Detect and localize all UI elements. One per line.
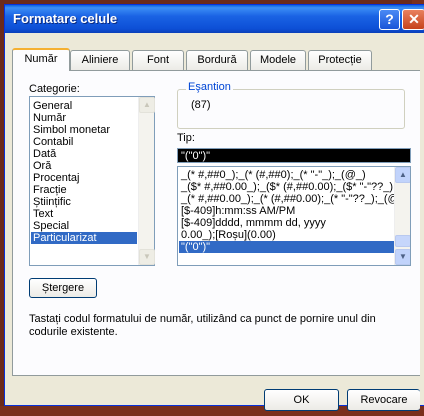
category-item[interactable]: Special: [33, 220, 69, 232]
category-item-selected[interactable]: Particularizat: [31, 232, 137, 244]
category-item[interactable]: Procentaj: [33, 172, 79, 184]
close-button[interactable]: ✕: [402, 9, 424, 30]
format-code-item[interactable]: [$-409]h:mm:ss AM/PM: [181, 205, 295, 217]
cancel-button[interactable]: Revocare: [347, 389, 420, 411]
category-item[interactable]: Număr: [33, 112, 66, 124]
close-icon: ✕: [408, 11, 420, 27]
tab-number[interactable]: Număr: [12, 48, 70, 71]
type-label: Tip:: [177, 132, 195, 144]
scroll-thumb[interactable]: [395, 235, 410, 247]
sample-value: (87): [191, 99, 211, 111]
ok-button[interactable]: OK: [264, 389, 339, 411]
sample-label: Eşantion: [186, 81, 233, 93]
tab-font[interactable]: Font: [132, 50, 184, 70]
scroll-up-icon[interactable]: ▲: [395, 167, 410, 183]
delete-button[interactable]: Ștergere: [29, 278, 97, 298]
tab-patterns[interactable]: Modele: [250, 50, 306, 70]
format-code-scrollbar[interactable]: ▲ ▼: [394, 167, 410, 265]
title-bar[interactable]: Formatare celule ? ✕: [5, 5, 424, 33]
category-item[interactable]: Fracție: [33, 184, 67, 196]
format-code-item[interactable]: _(* #,##0_);_(* (#,##0);_(* "-"_);_(@_): [181, 169, 366, 181]
tab-border[interactable]: Bordură: [186, 50, 248, 70]
category-item[interactable]: Oră: [33, 160, 51, 172]
tab-alignment[interactable]: Aliniere: [70, 50, 130, 70]
category-item[interactable]: Text: [33, 208, 53, 220]
format-code-item[interactable]: _(* #,##0.00_);_(* (#,##0.00);_(* "-"??_…: [181, 193, 408, 205]
sample-group: [177, 89, 405, 129]
category-item[interactable]: Simbol monetar: [33, 124, 110, 136]
scroll-down-icon[interactable]: ▼: [395, 249, 410, 265]
category-list[interactable]: General Număr Simbol monetar Contabil Da…: [29, 96, 155, 266]
format-code-item-selected[interactable]: "("0")": [179, 241, 395, 253]
category-scrollbar[interactable]: ▲ ▼: [138, 97, 155, 265]
format-code-item[interactable]: _($* #,##0.00_);_($* (#,##0.00);_($* "-"…: [181, 181, 410, 193]
scroll-down-icon[interactable]: ▼: [139, 249, 155, 265]
help-icon: ?: [385, 11, 394, 27]
description-text: Tastați codul formatului de număr, utili…: [29, 313, 376, 338]
tab-protection[interactable]: Protecție: [308, 50, 372, 70]
format-code-item[interactable]: [$-409]dddd, mmmm dd, yyyy: [181, 217, 326, 229]
scroll-up-icon[interactable]: ▲: [139, 97, 155, 113]
category-item[interactable]: Dată: [33, 148, 56, 160]
category-item[interactable]: Contabil: [33, 136, 73, 148]
category-item[interactable]: General: [33, 100, 72, 112]
category-item[interactable]: Științific: [33, 196, 71, 208]
format-code-list[interactable]: _(* #,##0_);_(* (#,##0);_(* "-"_);_(@_) …: [177, 166, 411, 266]
category-label: Categorie:: [29, 83, 80, 95]
help-button[interactable]: ?: [379, 9, 400, 30]
format-code-item[interactable]: 0.00_);[Roșu](0.00): [181, 229, 276, 241]
type-input[interactable]: "("0")": [177, 148, 411, 163]
window-title: Formatare celule: [13, 11, 118, 26]
